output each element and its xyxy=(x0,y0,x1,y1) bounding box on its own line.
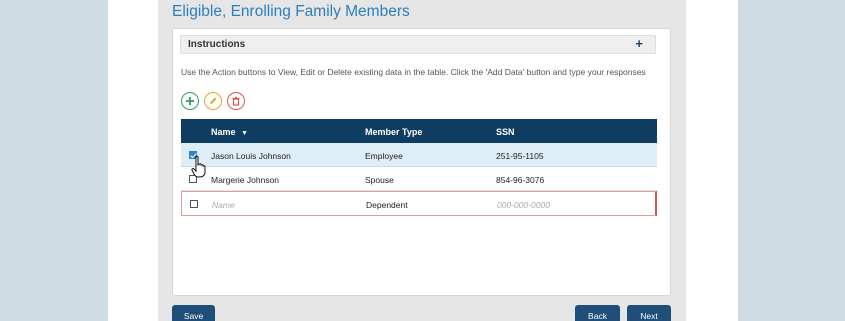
page-title: Eligible, Enrolling Family Members xyxy=(172,3,410,20)
trash-icon xyxy=(232,96,240,106)
column-header-ssn: SSN xyxy=(496,127,515,137)
delete-data-button[interactable] xyxy=(227,92,245,110)
next-button[interactable]: Next xyxy=(627,305,671,321)
hand-cursor-icon xyxy=(191,155,206,178)
cell-member-type: Employee xyxy=(365,151,403,161)
ssn-input[interactable]: 000-000-0000 xyxy=(497,200,550,210)
column-header-name[interactable]: Name ▼ xyxy=(211,127,248,137)
member-type-select[interactable]: Dependent xyxy=(366,200,408,210)
expand-plus-icon[interactable]: + xyxy=(635,36,643,51)
name-input[interactable]: Name xyxy=(212,200,235,210)
row-checkbox[interactable] xyxy=(190,200,198,208)
column-header-member-type: Member Type xyxy=(365,127,423,137)
save-button[interactable]: Save xyxy=(172,305,215,321)
instructions-text: Use the Action buttons to View, Edit or … xyxy=(181,67,646,77)
sort-desc-icon: ▼ xyxy=(241,130,248,137)
table-row[interactable]: Jason Louis Johnson Employee 251-95-1105 xyxy=(181,143,657,167)
plus-icon xyxy=(186,97,194,105)
add-data-button[interactable] xyxy=(181,92,199,110)
back-button[interactable]: Back xyxy=(575,305,620,321)
cell-name: Margerie Johnson xyxy=(211,175,280,185)
edit-data-button[interactable] xyxy=(204,92,222,110)
family-members-table: Name ▼ Member Type SSN Jason Louis Johns… xyxy=(181,119,657,216)
pencil-icon xyxy=(210,97,217,104)
cell-ssn: 854-96-3076 xyxy=(496,175,545,185)
instructions-label: Instructions xyxy=(188,39,246,50)
cell-ssn: 251-95-1105 xyxy=(496,151,544,161)
table-header: Name ▼ Member Type SSN xyxy=(181,119,657,143)
cell-member-type: Spouse xyxy=(365,175,394,185)
new-entry-row[interactable]: Name Dependent 000-000-0000 xyxy=(181,191,657,216)
instructions-accordion[interactable]: Instructions + xyxy=(180,35,656,54)
cell-name: Jason Louis Johnson xyxy=(211,151,291,161)
table-row[interactable]: Margerie Johnson Spouse 854-96-3076 xyxy=(181,167,657,191)
